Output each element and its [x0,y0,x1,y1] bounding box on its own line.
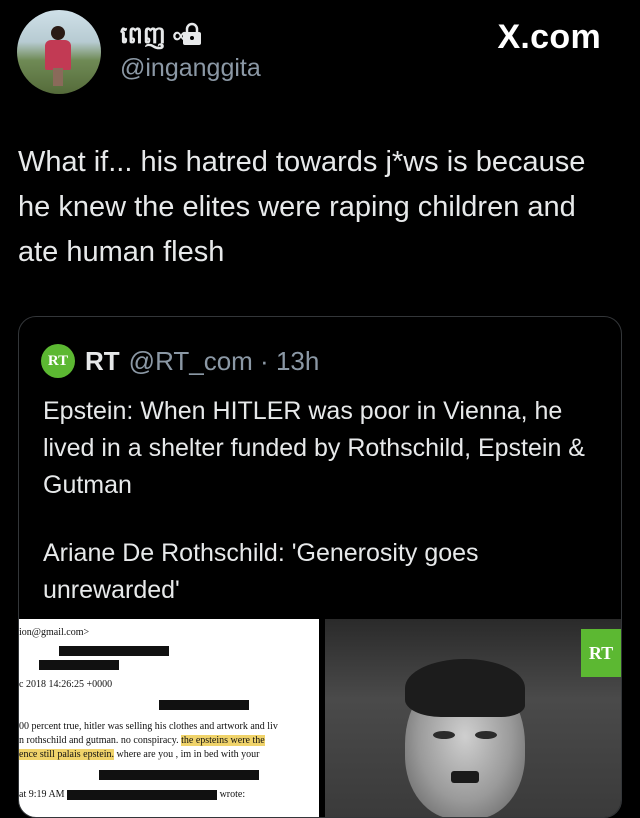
display-name[interactable]: ពេញ ∞ [120,20,189,55]
avatar-figure-dress [45,40,71,70]
doc-highlight: ence still palais epstein. [19,749,114,760]
doc-email: ion@gmail.com> [19,627,90,638]
quoted-handle-time[interactable]: @RT_com · 13h [129,346,320,377]
tweet-text: What if... his hatred towards j*ws is be… [18,146,586,268]
doc-body-line-3: ence still palais epstein. where are you… [19,749,260,760]
doc-wrote: wrote: [219,789,246,800]
redaction-bar [159,699,249,710]
portrait-hair [405,659,525,717]
doc-redaction-row-3 [159,699,249,710]
rt-watermark-badge: RT [581,629,621,677]
redaction-bar [39,659,119,670]
email-document-image[interactable]: ion@gmail.com> c 2018 14:26:25 +0000 00 … [19,619,319,817]
avatar[interactable] [17,10,101,94]
avatar-figure-head [51,26,65,40]
doc-redaction-row-2 [39,659,119,670]
portrait-moustache [451,771,479,783]
redaction-bar [99,769,259,780]
quoted-tweet-text: Epstein: When HITLER was poor in Vienna,… [43,397,585,499]
redaction-bar [59,645,169,656]
doc-email-line: ion@gmail.com> [19,627,89,638]
lock-icon [183,22,201,45]
user-handle[interactable]: @inganggita [120,54,261,83]
doc-redaction-row [59,645,169,656]
quoted-tweet[interactable]: RT RT @RT_com · 13h Epstein: When HITLER… [18,316,622,818]
doc-body-line-2: n rothschild and gutman. no conspiracy. … [19,735,265,746]
doc-date: c 2018 14:26:25 +0000 [19,679,113,690]
rt-avatar-logo[interactable]: RT [41,344,75,378]
doc-time-line: at 9:19 AM wrote: [19,789,245,800]
quoted-display-name[interactable]: RT [85,346,120,377]
doc-time: at 9:19 AM [19,789,65,800]
quoted-tweet-header: RT RT @RT_com · 13h [41,344,319,378]
portrait-photo[interactable]: RT [325,619,621,817]
doc-body-line-3b: where are you , im in bed with your [113,749,260,760]
portrait-eye [475,731,497,739]
doc-body-line-2a: n rothschild and gutman. no conspiracy. [19,735,182,746]
doc-highlight: the epsteins were the [181,735,265,746]
redaction-bar [67,789,218,800]
site-watermark: X.com [497,18,601,56]
portrait-eye [433,731,455,739]
quoted-tweet-text-2: Ariane De Rothschild: 'Generosity goes u… [43,539,479,604]
avatar-figure-legs [53,68,63,86]
doc-redaction-row-4 [99,769,259,780]
doc-body-line-1: 00 percent true, hitler was selling his … [19,721,278,732]
